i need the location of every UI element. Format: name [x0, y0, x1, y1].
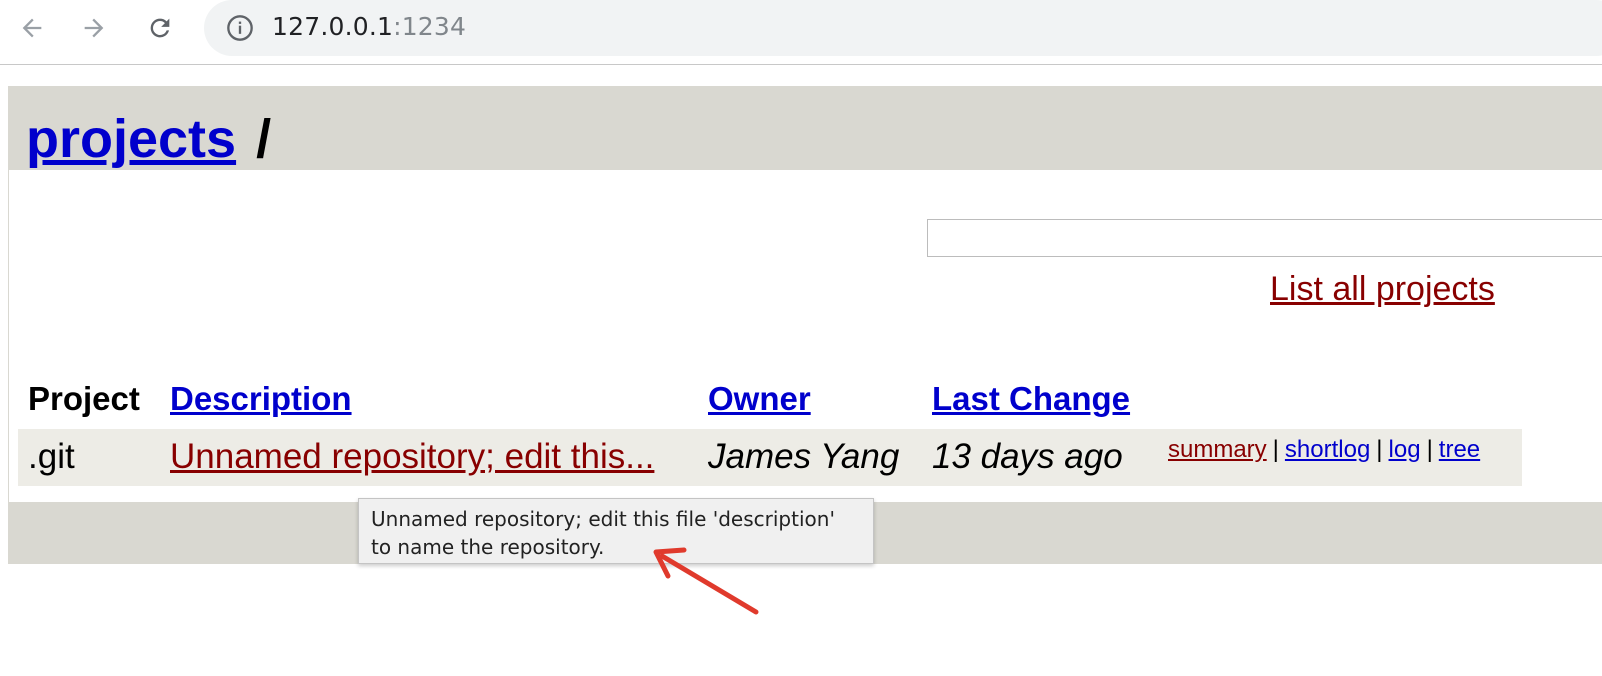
reload-button[interactable] [142, 10, 178, 46]
breadcrumb-separator: / [256, 109, 272, 169]
page-header: projects / [8, 86, 1602, 170]
annotation-arrow-icon [653, 547, 759, 615]
list-all-projects-link[interactable]: List all projects [1270, 270, 1495, 309]
description-link[interactable]: Unnamed repository; edit this... [170, 437, 654, 477]
project-name-link[interactable]: .git [28, 437, 75, 477]
search-input[interactable] [927, 219, 1602, 257]
summary-link[interactable]: summary [1168, 436, 1267, 463]
last-change-value: 13 days ago [932, 437, 1123, 476]
column-header-description[interactable]: Description [170, 380, 352, 418]
tooltip-line-2: to name the repository. [371, 535, 605, 559]
browser-toolbar: 127.0.0.1:1234 [0, 0, 1602, 65]
column-header-project: Project [28, 380, 140, 417]
log-link[interactable]: log [1389, 436, 1421, 463]
column-header-owner[interactable]: Owner [708, 380, 811, 418]
url-text: 127.0.0.1:1234 [272, 12, 466, 41]
url-port: :1234 [393, 12, 467, 41]
forward-arrow-icon [84, 18, 104, 38]
row-actions: summary | shortlog | log | tree [1168, 436, 1481, 463]
breadcrumb: projects / [26, 108, 271, 170]
projects-link[interactable]: projects [26, 109, 236, 169]
shortlog-link[interactable]: shortlog [1285, 436, 1370, 463]
back-arrow-icon [22, 18, 42, 38]
tree-link[interactable]: tree [1439, 436, 1480, 463]
description-tooltip: Unnamed repository; edit this file 'desc… [358, 498, 874, 564]
owner-name: James Yang [708, 437, 900, 476]
reload-icon [150, 18, 170, 38]
url-host: 127.0.0.1 [272, 12, 394, 41]
tooltip-line-1: Unnamed repository; edit this file 'desc… [371, 507, 835, 531]
back-button[interactable] [14, 10, 50, 46]
address-bar[interactable]: 127.0.0.1:1234 [204, 0, 1602, 56]
forward-button[interactable] [76, 10, 112, 46]
column-header-last-change[interactable]: Last Change [932, 380, 1130, 418]
info-icon[interactable] [226, 14, 254, 42]
